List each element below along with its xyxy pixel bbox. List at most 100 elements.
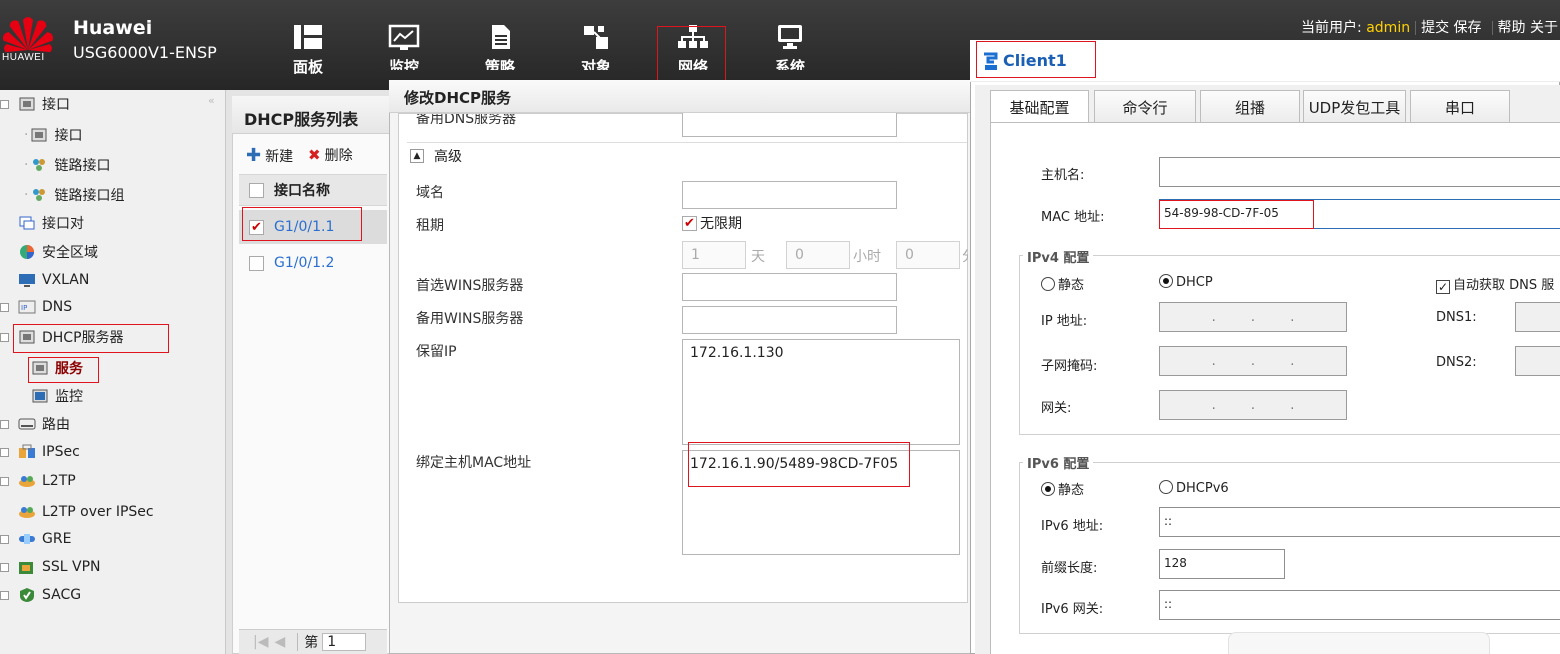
radio-static[interactable] [1041,277,1055,291]
ipv6-static-radio[interactable]: 静态 [1041,479,1084,498]
sidebar-item-vxlan[interactable]: VXLAN [18,269,89,291]
tab-multicast[interactable]: 组播 [1200,90,1300,122]
prefix-length-input[interactable]: 128 [1159,549,1285,579]
delete-button[interactable]: ✖ 删除 [308,145,353,165]
secondary-wins-input[interactable] [682,306,897,334]
unlimited-label: 无限期 [700,216,742,232]
add-icon: ✚ [246,145,262,166]
interface-icon [30,127,48,143]
highlight-dhcp-server [13,324,169,353]
domain-input[interactable] [682,181,897,209]
hostname-input[interactable] [1159,157,1560,187]
collapse-sidebar-icon[interactable]: « [208,94,215,107]
svg-text:IP: IP [21,304,27,312]
auto-dns-checkbox-box[interactable]: ✓ [1436,280,1450,294]
nav-label: 面板 [292,58,323,76]
interface-pair-icon [18,215,36,231]
pager: |◀ ◀ 第 1 [239,629,387,654]
sidebar-item-l2tp-over-ipsec[interactable]: L2TP over IPSec [18,501,154,523]
bind-mac-label: 绑定主机MAC地址 [416,455,532,471]
tab-udp-tool[interactable]: UDP发包工具 [1303,90,1406,122]
nav-monitor[interactable]: 监控 [374,24,434,70]
unlimited-checkbox-box[interactable]: ✔ [682,215,697,231]
submit-link[interactable]: 提交 [1421,20,1449,36]
primary-wins-input[interactable] [682,273,897,301]
sidebar-item-label: DNS [42,299,73,315]
sidebar-item-interface[interactable]: 接口 [0,93,70,115]
radio-dhcpv6[interactable] [1159,480,1173,494]
prefix-length-label: 前缀长度: [1041,561,1098,576]
sidebar-item-ipsec[interactable]: IPSec [0,441,80,463]
current-user-label: 当前用户: [1301,20,1362,36]
tab-serial[interactable]: 串口 [1410,90,1510,122]
nav-system[interactable]: 系统 [760,24,820,70]
prev-page-icon[interactable]: ◀ [274,634,285,650]
advanced-section-toggle[interactable]: ▲ 高级 [410,146,462,166]
interface-icon [18,96,36,112]
gateway-label: 网关: [1041,401,1072,416]
sidebar-item-interface-pair[interactable]: 接口对 [18,212,84,234]
dns2-label: DNS2: [1436,355,1477,370]
sidebar-item-ssl-vpn[interactable]: SSL VPN [0,556,101,578]
sidebar-item-l2tp[interactable]: L2TP [0,470,76,492]
highlight-service [28,357,99,383]
ipv6-address-input[interactable]: :: [1159,507,1560,537]
sidebar-item-link-interface[interactable]: · 链路接口 [24,154,110,176]
dns2-input[interactable] [1515,346,1560,376]
select-all-checkbox[interactable] [249,182,264,198]
sidebar-item-sacg[interactable]: SACG [0,584,81,606]
nav-object[interactable]: 对象 [566,24,626,70]
unlimited-lease-checkbox[interactable]: ✔ 无限期 [682,213,742,233]
nav-policy[interactable]: 策略 [470,24,530,70]
sidebar-item-interface-sub[interactable]: · 接口 [24,124,82,146]
system-computer-icon [778,25,802,49]
ipv6-dhcpv6-radio[interactable]: DHCPv6 [1159,480,1229,496]
mac-address-label: MAC 地址: [1041,210,1105,225]
auto-dns-checkbox[interactable]: ✓ 自动获取 DNS 服 [1436,274,1560,294]
collapse-arrow-icon: ▲ [410,149,424,163]
lease-label: 租期 [416,218,444,234]
sidebar-item-link-interface-group[interactable]: · 链路接口组 [24,184,124,206]
radio-dhcp[interactable] [1159,274,1173,288]
dns1-input[interactable] [1515,302,1560,332]
sidebar-item-label: 监控 [55,389,83,405]
page-input[interactable]: 1 [322,633,367,651]
lease-hours-input[interactable]: 0 [786,241,850,269]
reserved-ip-textarea[interactable]: 172.16.1.130 [682,339,960,445]
ipsec-icon [18,444,36,460]
ipv4-static-radio[interactable]: 静态 [1041,274,1084,293]
ipv6-config-title: IPv6 配置 [1023,453,1094,472]
list-header: 接口名称 [239,174,387,206]
sidebar-item-monitor[interactable]: 监控 [31,385,83,407]
new-button[interactable]: ✚ 新建 [246,145,293,166]
column-interface-name: 接口名称 [274,183,330,199]
highlight-selected-row [242,207,362,241]
row-checkbox[interactable] [249,255,264,271]
ip-address-input[interactable]: ... [1159,302,1347,332]
secondary-dns-input[interactable] [682,113,897,137]
help-link[interactable]: 帮助 [1498,20,1526,36]
nav-dashboard[interactable]: 面板 [278,24,338,77]
nav-label: 系统 [774,58,805,70]
gateway-input[interactable]: ... [1159,390,1347,420]
sidebar-item-gre[interactable]: GRE [0,528,71,550]
sidebar-item-security-zone[interactable]: 安全区域 [18,241,98,263]
row-interface-name[interactable]: G1/0/1.2 [274,255,334,271]
sidebar-item-label: 接口 [54,128,83,144]
about-link[interactable]: 关于 [1530,20,1558,36]
table-row[interactable]: G1/0/1.2 [239,246,387,280]
ipv4-dhcp-label: DHCP [1176,275,1213,290]
sidebar-item-route[interactable]: 路由 [0,413,70,435]
minutes-unit: 分 [962,246,968,266]
ipv6-gateway-input[interactable]: :: [1159,590,1560,620]
ipv4-dhcp-radio[interactable]: DHCP [1159,274,1213,290]
tab-command-line[interactable]: 命令行 [1094,90,1196,122]
lease-minutes-input[interactable]: 0 [896,241,960,269]
first-page-icon[interactable]: |◀ [253,634,268,650]
lease-days-input[interactable]: 1 [682,241,746,269]
tab-basic-config[interactable]: 基础配置 [990,90,1089,124]
radio-static6[interactable] [1041,482,1055,496]
subnet-mask-input[interactable]: ... [1159,346,1347,376]
save-link[interactable]: 保存 [1454,20,1482,36]
sidebar-item-dns[interactable]: IP DNS [0,296,72,318]
